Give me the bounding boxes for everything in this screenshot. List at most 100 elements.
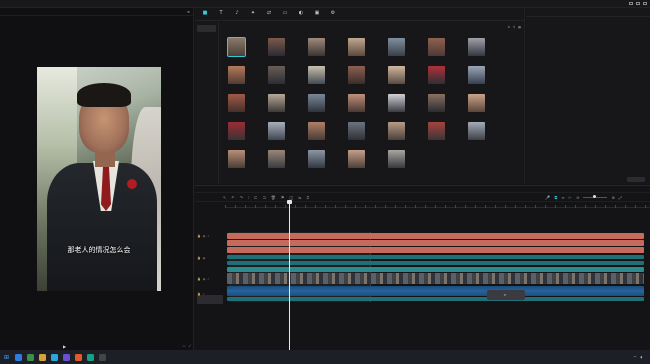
- zoom-slider[interactable]: [583, 195, 608, 198]
- media-thumbnail[interactable]: [385, 38, 419, 62]
- media-thumbnail[interactable]: [305, 66, 339, 90]
- player-menu-icon[interactable]: ≡: [187, 10, 190, 14]
- select-icon[interactable]: ↖: [223, 195, 226, 200]
- lock-icon[interactable]: 🔒: [197, 277, 201, 281]
- tool-tab[interactable]: ▣: [309, 7, 325, 20]
- media-thumbnail[interactable]: [265, 38, 299, 62]
- media-thumbnail[interactable]: [345, 150, 379, 174]
- lock-icon[interactable]: 🔒: [197, 256, 201, 260]
- eye-icon[interactable]: ◉: [203, 277, 206, 281]
- media-thumbnail[interactable]: [385, 66, 419, 90]
- media-thumbnail[interactable]: [265, 150, 299, 174]
- sort-icon[interactable]: ⇅: [507, 25, 510, 29]
- tool-tab[interactable]: ♪: [229, 7, 245, 20]
- taskbar-app-icon[interactable]: [87, 353, 95, 361]
- filter-icon[interactable]: ⚲: [513, 25, 515, 29]
- media-thumbnail[interactable]: [425, 94, 459, 118]
- magnet-icon[interactable]: ⧉: [554, 195, 557, 200]
- playhead[interactable]: [287, 200, 292, 351]
- media-thumbnail[interactable]: [225, 37, 259, 62]
- media-thumbnail[interactable]: [305, 38, 339, 62]
- media-thumbnail[interactable]: [425, 38, 459, 62]
- media-thumbnail[interactable]: [225, 150, 259, 174]
- wifi-icon[interactable]: ◠: [634, 355, 637, 359]
- media-thumbnail[interactable]: [465, 94, 499, 118]
- media-thumbnail[interactable]: [345, 94, 379, 118]
- crop-icon[interactable]: ⌗: [307, 195, 309, 200]
- maximize-icon[interactable]: [636, 2, 640, 5]
- view-icon[interactable]: ▦: [518, 25, 521, 29]
- media-thumbnail[interactable]: [465, 66, 499, 90]
- ratio-icon[interactable]: ▭: [182, 344, 185, 348]
- tool-tab[interactable]: ✦: [245, 7, 261, 20]
- media-thumbnail[interactable]: [265, 66, 299, 90]
- media-thumbnail[interactable]: [305, 150, 339, 174]
- delete-icon[interactable]: 🗑: [271, 195, 276, 200]
- sidebar-item[interactable]: [197, 49, 216, 56]
- media-thumbnail[interactable]: [385, 150, 419, 174]
- mirror-icon[interactable]: ⇋: [298, 195, 301, 200]
- sidebar-item[interactable]: [197, 25, 216, 32]
- sidebar-item[interactable]: [197, 81, 216, 88]
- media-thumbnail[interactable]: [265, 94, 299, 118]
- tool-tab[interactable]: ⇄: [261, 7, 277, 20]
- eye-icon[interactable]: ◉: [203, 256, 206, 260]
- media-thumbnail[interactable]: [305, 122, 339, 146]
- taskbar-app-icon[interactable]: [75, 353, 83, 361]
- lock-icon[interactable]: 🔒: [197, 234, 201, 238]
- media-thumbnail[interactable]: [385, 122, 419, 146]
- taskbar-app-icon[interactable]: [51, 353, 59, 361]
- taskbar-app-icon[interactable]: [27, 353, 35, 361]
- tool-tab[interactable]: ◐: [293, 7, 309, 20]
- split-left-icon[interactable]: ⊏: [254, 195, 257, 200]
- tool-tab[interactable]: ■: [197, 7, 213, 20]
- sidebar-item[interactable]: [197, 73, 216, 80]
- close-icon[interactable]: [643, 2, 647, 5]
- taskbar-app-icon[interactable]: [63, 353, 71, 361]
- preview-axis-icon[interactable]: ⊢: [569, 195, 572, 200]
- media-thumbnail[interactable]: [225, 66, 259, 90]
- media-thumbnail[interactable]: [425, 66, 459, 90]
- undo-icon[interactable]: ↶: [231, 195, 234, 200]
- media-thumbnail[interactable]: [345, 122, 379, 146]
- zoom-out-icon[interactable]: ⊖: [576, 195, 579, 200]
- tool-tab[interactable]: ▭: [277, 7, 293, 20]
- mute-icon[interactable]: ♪: [203, 292, 205, 296]
- link-icon[interactable]: ∞: [561, 195, 564, 200]
- marker-icon[interactable]: ⚑: [281, 195, 285, 200]
- zoom-in-icon[interactable]: ⊕: [611, 195, 614, 200]
- media-thumbnail[interactable]: [225, 122, 259, 146]
- play-icon[interactable]: ▶: [63, 344, 66, 349]
- media-thumbnail[interactable]: [465, 38, 499, 62]
- sidebar-item[interactable]: [197, 65, 216, 72]
- media-thumbnail[interactable]: [345, 38, 379, 62]
- media-thumbnail[interactable]: [345, 66, 379, 90]
- media-thumbnail[interactable]: [465, 122, 499, 146]
- tool-tab[interactable]: ⚙: [325, 7, 341, 20]
- taskbar-app-icon[interactable]: [99, 353, 107, 361]
- lock-icon[interactable]: 🔒: [197, 292, 201, 296]
- mute-icon[interactable]: ♪: [207, 277, 209, 281]
- media-thumbnail[interactable]: [425, 122, 459, 146]
- redo-icon[interactable]: ↷: [240, 195, 243, 200]
- sidebar-item[interactable]: [197, 57, 216, 64]
- split-right-icon[interactable]: ⊐: [262, 195, 265, 200]
- video-preview[interactable]: 那老人的情况怎么会: [37, 67, 161, 291]
- tool-tab[interactable]: T: [213, 7, 229, 20]
- media-thumbnail[interactable]: [265, 122, 299, 146]
- sidebar-item[interactable]: [197, 33, 216, 40]
- eye-icon[interactable]: ◉: [203, 234, 206, 238]
- fit-icon[interactable]: ⤢: [619, 195, 622, 200]
- media-thumbnail[interactable]: [225, 94, 259, 118]
- media-thumbnail[interactable]: [305, 94, 339, 118]
- freeze-icon[interactable]: ◫: [289, 195, 293, 200]
- split-icon[interactable]: ⫶: [248, 195, 249, 200]
- volume-icon[interactable]: ◖: [640, 355, 642, 359]
- start-icon[interactable]: ⊞: [4, 354, 9, 361]
- sidebar-item[interactable]: [197, 41, 216, 48]
- mute-icon[interactable]: ♪: [207, 234, 209, 238]
- taskbar-app-icon[interactable]: [39, 353, 47, 361]
- media-thumbnail[interactable]: [385, 94, 419, 118]
- mic-icon[interactable]: 🎤: [545, 195, 550, 200]
- taskbar-app-icon[interactable]: [15, 353, 23, 361]
